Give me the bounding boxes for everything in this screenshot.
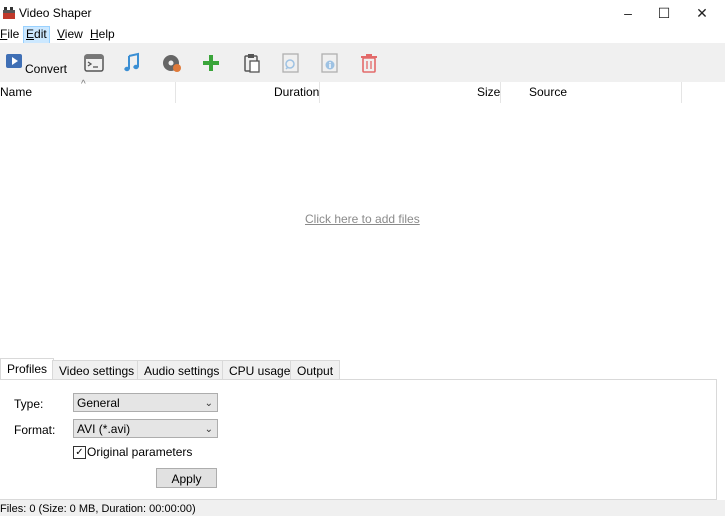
menu-bar: File Edit View Help <box>0 26 725 44</box>
chevron-down-icon: ⌄ <box>204 424 213 435</box>
music-icon[interactable] <box>121 52 143 74</box>
tab-video-settings[interactable]: Video settings <box>52 360 142 381</box>
menu-file[interactable]: File <box>0 27 21 43</box>
original-parameters-checkbox[interactable]: ✓ <box>73 446 86 459</box>
minimize-button[interactable]: – <box>609 0 647 26</box>
status-text: Files: 0 (Size: 0 MB, Duration: 00:00:00… <box>0 503 196 515</box>
column-name[interactable]: Name <box>0 82 32 103</box>
tab-profiles[interactable]: Profiles <box>0 358 55 381</box>
column-divider[interactable] <box>500 82 501 103</box>
close-button[interactable]: ✕ <box>683 0 721 26</box>
format-select[interactable]: AVI (*.avi) ⌄ <box>73 419 218 438</box>
tab-cpu-usage[interactable]: CPU usage <box>222 360 298 381</box>
chevron-down-icon: ⌄ <box>204 398 213 409</box>
column-source[interactable]: Source <box>529 82 567 103</box>
convert-label: Convert <box>25 62 68 76</box>
settings-tabs: Profiles Video settings Audio settings C… <box>0 358 725 381</box>
file-list[interactable]: Click here to add files <box>0 103 725 355</box>
format-label: Format: <box>14 423 56 437</box>
column-duration[interactable]: Duration <box>274 82 319 103</box>
column-divider[interactable] <box>175 82 176 103</box>
console-icon[interactable] <box>83 52 105 74</box>
window-title: Video Shaper <box>19 6 92 20</box>
title-bar: Video Shaper – ☐ ✕ <box>0 0 725 26</box>
column-divider[interactable] <box>681 82 682 103</box>
delete-icon[interactable] <box>358 52 380 74</box>
toolbar: Convert <box>0 43 725 83</box>
format-select-value: AVI (*.avi) <box>77 422 131 436</box>
add-files-link[interactable]: Click here to add files <box>305 212 420 226</box>
file-list-header: ^ Name Duration Size Source <box>0 79 725 104</box>
column-divider[interactable] <box>319 82 320 103</box>
tab-output[interactable]: Output <box>290 360 341 381</box>
add-icon[interactable] <box>200 52 222 74</box>
menu-view[interactable]: View <box>55 27 85 43</box>
app-icon <box>3 7 15 19</box>
type-select[interactable]: General ⌄ <box>73 393 218 412</box>
info-icon[interactable] <box>319 52 341 74</box>
status-bar: Files: 0 (Size: 0 MB, Duration: 00:00:00… <box>0 500 725 516</box>
convert-icon <box>6 54 22 68</box>
type-select-value: General <box>77 396 120 410</box>
sort-indicator-icon: ^ <box>81 79 86 90</box>
menu-edit[interactable]: Edit <box>23 26 50 44</box>
column-size[interactable]: Size <box>477 82 500 103</box>
menu-help[interactable]: Help <box>88 27 117 43</box>
preview-icon[interactable] <box>280 52 302 74</box>
disc-icon[interactable] <box>161 52 183 74</box>
paste-icon[interactable] <box>241 52 263 74</box>
original-parameters-label: Original parameters <box>87 445 193 459</box>
type-label: Type: <box>14 397 44 411</box>
maximize-button[interactable]: ☐ <box>645 0 683 26</box>
tab-audio-settings[interactable]: Audio settings <box>137 360 227 381</box>
apply-button[interactable]: Apply <box>156 468 217 488</box>
